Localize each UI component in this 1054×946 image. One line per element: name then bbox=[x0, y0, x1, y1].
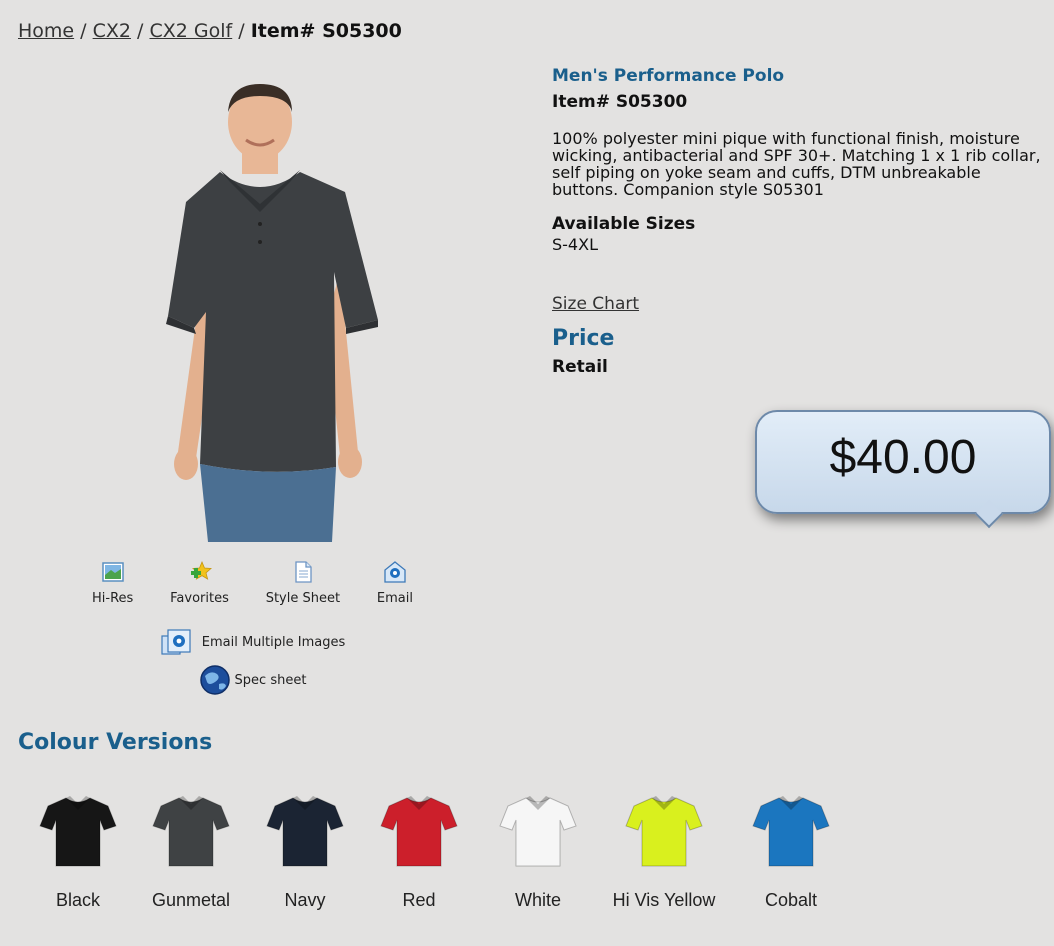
email-button[interactable]: Email bbox=[377, 560, 413, 606]
available-sizes-value: S-4XL bbox=[552, 235, 598, 254]
email-icon bbox=[384, 561, 406, 583]
email-multiple-icon bbox=[161, 629, 191, 655]
colour-label-gunmetal: Gunmetal bbox=[151, 890, 231, 910]
colour-label-hi-vis-yellow: Hi Vis Yellow bbox=[612, 890, 716, 910]
polo-thumbnail bbox=[380, 796, 458, 867]
breadcrumb: Home / CX2 / CX2 Golf / Item# S05300 bbox=[18, 20, 402, 42]
colour-swatch-cobalt[interactable]: Cobalt bbox=[731, 790, 851, 911]
document-icon bbox=[295, 561, 312, 583]
product-item-number: Item# S05300 bbox=[552, 92, 688, 112]
colour-swatch-red[interactable]: Red bbox=[359, 790, 479, 911]
colour-swatch-gunmetal[interactable]: Gunmetal bbox=[131, 790, 251, 911]
product-description: 100% polyester mini pique with functiona… bbox=[552, 129, 1041, 199]
polo-thumbnail bbox=[625, 796, 703, 867]
spec-sheet-button[interactable]: Spec sheet bbox=[80, 664, 425, 696]
breadcrumb-cx2-link[interactable]: CX2 bbox=[93, 20, 131, 42]
colour-swatch-black[interactable]: Black bbox=[18, 790, 138, 911]
product-tools: Hi-Res Favorites Style Sheet Email Email… bbox=[80, 560, 425, 695]
image-icon bbox=[101, 562, 124, 582]
colour-swatch-navy[interactable]: Navy bbox=[245, 790, 365, 911]
favorites-button[interactable]: Favorites bbox=[170, 560, 229, 606]
breadcrumb-current: Item# S05300 bbox=[250, 20, 402, 42]
email-multiple-images-button[interactable]: Email Multiple Images bbox=[80, 626, 425, 658]
price-callout: $40.00 bbox=[755, 410, 1051, 529]
polo-thumbnail bbox=[152, 796, 230, 867]
polo-thumbnail bbox=[39, 796, 117, 867]
colour-label-navy: Navy bbox=[284, 890, 326, 910]
retail-label: Retail bbox=[552, 357, 608, 377]
colour-swatch-white[interactable]: White bbox=[478, 790, 598, 911]
email-label: Email bbox=[376, 591, 413, 606]
email-multiple-images-label: Email Multiple Images bbox=[201, 634, 346, 650]
callout-tail bbox=[974, 499, 1004, 529]
breadcrumb-separator: / bbox=[80, 20, 87, 42]
colour-swatch-hi-vis-yellow[interactable]: Hi Vis Yellow bbox=[604, 790, 724, 911]
colour-label-black: Black bbox=[55, 890, 100, 910]
style-sheet-label: Style Sheet bbox=[265, 591, 341, 606]
colour-label-cobalt: Cobalt bbox=[764, 890, 818, 910]
colour-swatches: Black Gunmetal Navy Red White Hi Vis Yel… bbox=[18, 790, 1048, 930]
breadcrumb-separator: / bbox=[238, 20, 245, 42]
product-model-image bbox=[166, 84, 378, 542]
polo-thumbnail bbox=[752, 796, 830, 867]
hi-res-button[interactable]: Hi-Res bbox=[92, 560, 133, 606]
product-name: Men's Performance Polo bbox=[552, 66, 785, 86]
colour-label-white: White bbox=[514, 890, 561, 910]
colour-label-red: Red bbox=[402, 890, 436, 910]
polo-thumbnail bbox=[499, 796, 577, 867]
size-chart-link[interactable]: Size Chart bbox=[552, 294, 639, 314]
jeans bbox=[200, 464, 336, 542]
breadcrumb-home-link[interactable]: Home bbox=[18, 20, 74, 42]
style-sheet-button[interactable]: Style Sheet bbox=[266, 560, 340, 606]
globe-icon bbox=[199, 665, 230, 695]
price-value: $40.00 bbox=[829, 431, 977, 484]
price-heading: Price bbox=[552, 326, 615, 351]
star-plus-icon bbox=[190, 560, 212, 580]
favorites-label: Favorites bbox=[170, 591, 229, 606]
colour-versions-heading: Colour Versions bbox=[18, 730, 213, 755]
breadcrumb-cx2-golf-link[interactable]: CX2 Golf bbox=[149, 20, 232, 42]
polo-thumbnail bbox=[266, 796, 344, 867]
product-details: Men's Performance Polo Item# S05300 100%… bbox=[552, 66, 1047, 377]
hi-res-label: Hi-Res bbox=[92, 591, 134, 606]
breadcrumb-separator: / bbox=[137, 20, 144, 42]
available-sizes-heading: Available Sizes bbox=[552, 214, 696, 234]
spec-sheet-label: Spec sheet bbox=[234, 672, 307, 688]
